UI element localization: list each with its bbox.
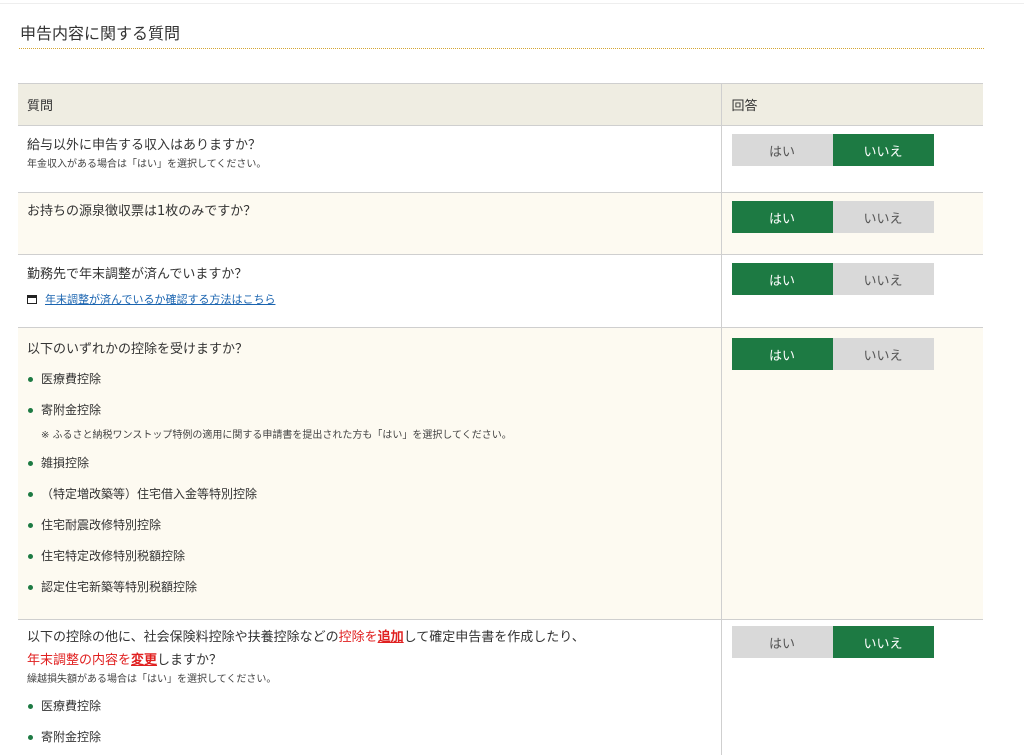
answer-toggle: はい いいえ: [731, 201, 934, 233]
title-divider: [19, 48, 984, 49]
question-row-year-end-adjustment: 勤務先で年末調整が済んでいますか？ 年末調整が済んでいるか確認する方法はこちら …: [18, 254, 983, 328]
question-text: 給与以外に申告する収入はありますか？: [27, 138, 262, 153]
answer-toggle: はい いいえ: [731, 263, 934, 295]
question-note: 年金収入がある場合は「はい」を選択してください。: [27, 159, 267, 170]
year-end-adjustment-help-link[interactable]: 年末調整が済んでいるか確認する方法はこちら: [45, 291, 275, 307]
page-title: 申告内容に関する質問: [20, 24, 181, 43]
help-link-row: 年末調整が済んでいるか確認する方法はこちら: [27, 291, 721, 307]
deduction-list: 医療費控除 寄附金控除 ※ ふるさと納税ワンストップ特例の適用に関する申請書を提…: [27, 371, 721, 595]
emphasis-text-part: 年末調整の内容を: [27, 653, 132, 668]
list-item: 医療費控除: [27, 371, 721, 387]
answer-toggle: はい いいえ: [731, 134, 934, 166]
emphasis-bold-text: 変更: [131, 653, 158, 668]
answer-toggle: はい いいえ: [731, 338, 934, 370]
question-text-part: しますか？: [157, 653, 223, 668]
list-item: 寄附金控除: [27, 729, 721, 745]
question-row-withholding-slip: お持ちの源泉徴収票は1枚のみですか？ はい いいえ: [18, 192, 983, 255]
list-item: 寄附金控除: [27, 402, 721, 418]
question-text: 以下のいずれかの控除を受けますか？: [27, 342, 249, 357]
question-cell: 以下のいずれかの控除を受けますか？ 医療費控除 寄附金控除 ※ ふるさと納税ワン…: [18, 327, 722, 620]
question-text: 以下の控除の他に、社会保険料控除や扶養控除などの控除を追加して確定申告書を作成し…: [27, 630, 721, 646]
list-item: 住宅特定改修特別税額控除: [27, 548, 721, 564]
yes-button[interactable]: はい: [731, 626, 833, 658]
list-item: 住宅耐震改修特別控除: [27, 517, 721, 533]
header-answer: 回答: [721, 83, 983, 126]
question-text-part: 以下の控除の他に、社会保険料控除や扶養控除などの: [27, 630, 339, 645]
question-text-part: して確定申告書を作成したり、: [403, 630, 585, 645]
emphasis-text-part: 控除を: [338, 630, 378, 645]
no-button[interactable]: いいえ: [832, 201, 934, 233]
list-item: 認定住宅新築等特別税額控除: [27, 579, 721, 595]
yes-button[interactable]: はい: [731, 134, 833, 166]
no-button[interactable]: いいえ: [832, 134, 934, 166]
window-icon: [27, 294, 37, 304]
question-cell: 給与以外に申告する収入はありますか？ 年金収入がある場合は「はい」を選択してくだ…: [18, 125, 722, 193]
deduction-list: 医療費控除 寄附金控除: [27, 698, 721, 745]
yes-button[interactable]: はい: [731, 263, 833, 295]
question-cell: 勤務先で年末調整が済んでいますか？ 年末調整が済んでいるか確認する方法はこちら: [18, 254, 722, 328]
question-table: 質問 回答 給与以外に申告する収入はありますか？ 年金収入がある場合は「はい」を…: [18, 83, 983, 755]
answer-cell: はい いいえ: [721, 192, 983, 255]
question-cell: お持ちの源泉徴収票は1枚のみですか？: [18, 192, 722, 255]
question-text: お持ちの源泉徴収票は1枚のみですか？: [27, 204, 257, 219]
answer-toggle: はい いいえ: [731, 626, 934, 658]
question-row-deductions: 以下のいずれかの控除を受けますか？ 医療費控除 寄附金控除 ※ ふるさと納税ワン…: [18, 327, 983, 620]
no-button[interactable]: いいえ: [832, 338, 934, 370]
list-item: （特定増改築等）住宅借入金等特別控除: [27, 486, 721, 502]
question-row-other-income: 給与以外に申告する収入はありますか？ 年金収入がある場合は「はい」を選択してくだ…: [18, 125, 983, 193]
no-button[interactable]: いいえ: [832, 626, 934, 658]
donation-note: ※ ふるさと納税ワンストップ特例の適用に関する申請書を提出された方も「はい」を選…: [41, 430, 512, 441]
question-row-add-deductions: 以下の控除の他に、社会保険料控除や扶養控除などの控除を追加して確定申告書を作成し…: [18, 619, 983, 755]
emphasis-text: 控除を追加: [339, 630, 404, 645]
answer-cell: はい いいえ: [721, 125, 983, 193]
emphasis-text: 年末調整の内容を変更: [27, 653, 157, 668]
top-border: [0, 3, 1024, 4]
answer-cell: はい いいえ: [721, 619, 983, 755]
question-note: 繰越損失額がある場合は「はい」を選択してください。: [27, 674, 277, 685]
list-item: 医療費控除: [27, 698, 721, 714]
question-text-line2: 年末調整の内容を変更しますか？: [27, 653, 721, 669]
header-question: 質問: [18, 83, 722, 126]
question-text: 勤務先で年末調整が済んでいますか？: [27, 267, 248, 282]
answer-cell: はい いいえ: [721, 327, 983, 620]
list-item: 雑損控除: [27, 455, 721, 471]
question-cell: 以下の控除の他に、社会保険料控除や扶養控除などの控除を追加して確定申告書を作成し…: [18, 619, 722, 755]
no-button[interactable]: いいえ: [832, 263, 934, 295]
table-header-row: 質問 回答: [18, 83, 983, 126]
yes-button[interactable]: はい: [731, 338, 833, 370]
emphasis-bold-text: 追加: [377, 630, 404, 645]
yes-button[interactable]: はい: [731, 201, 833, 233]
answer-cell: はい いいえ: [721, 254, 983, 328]
